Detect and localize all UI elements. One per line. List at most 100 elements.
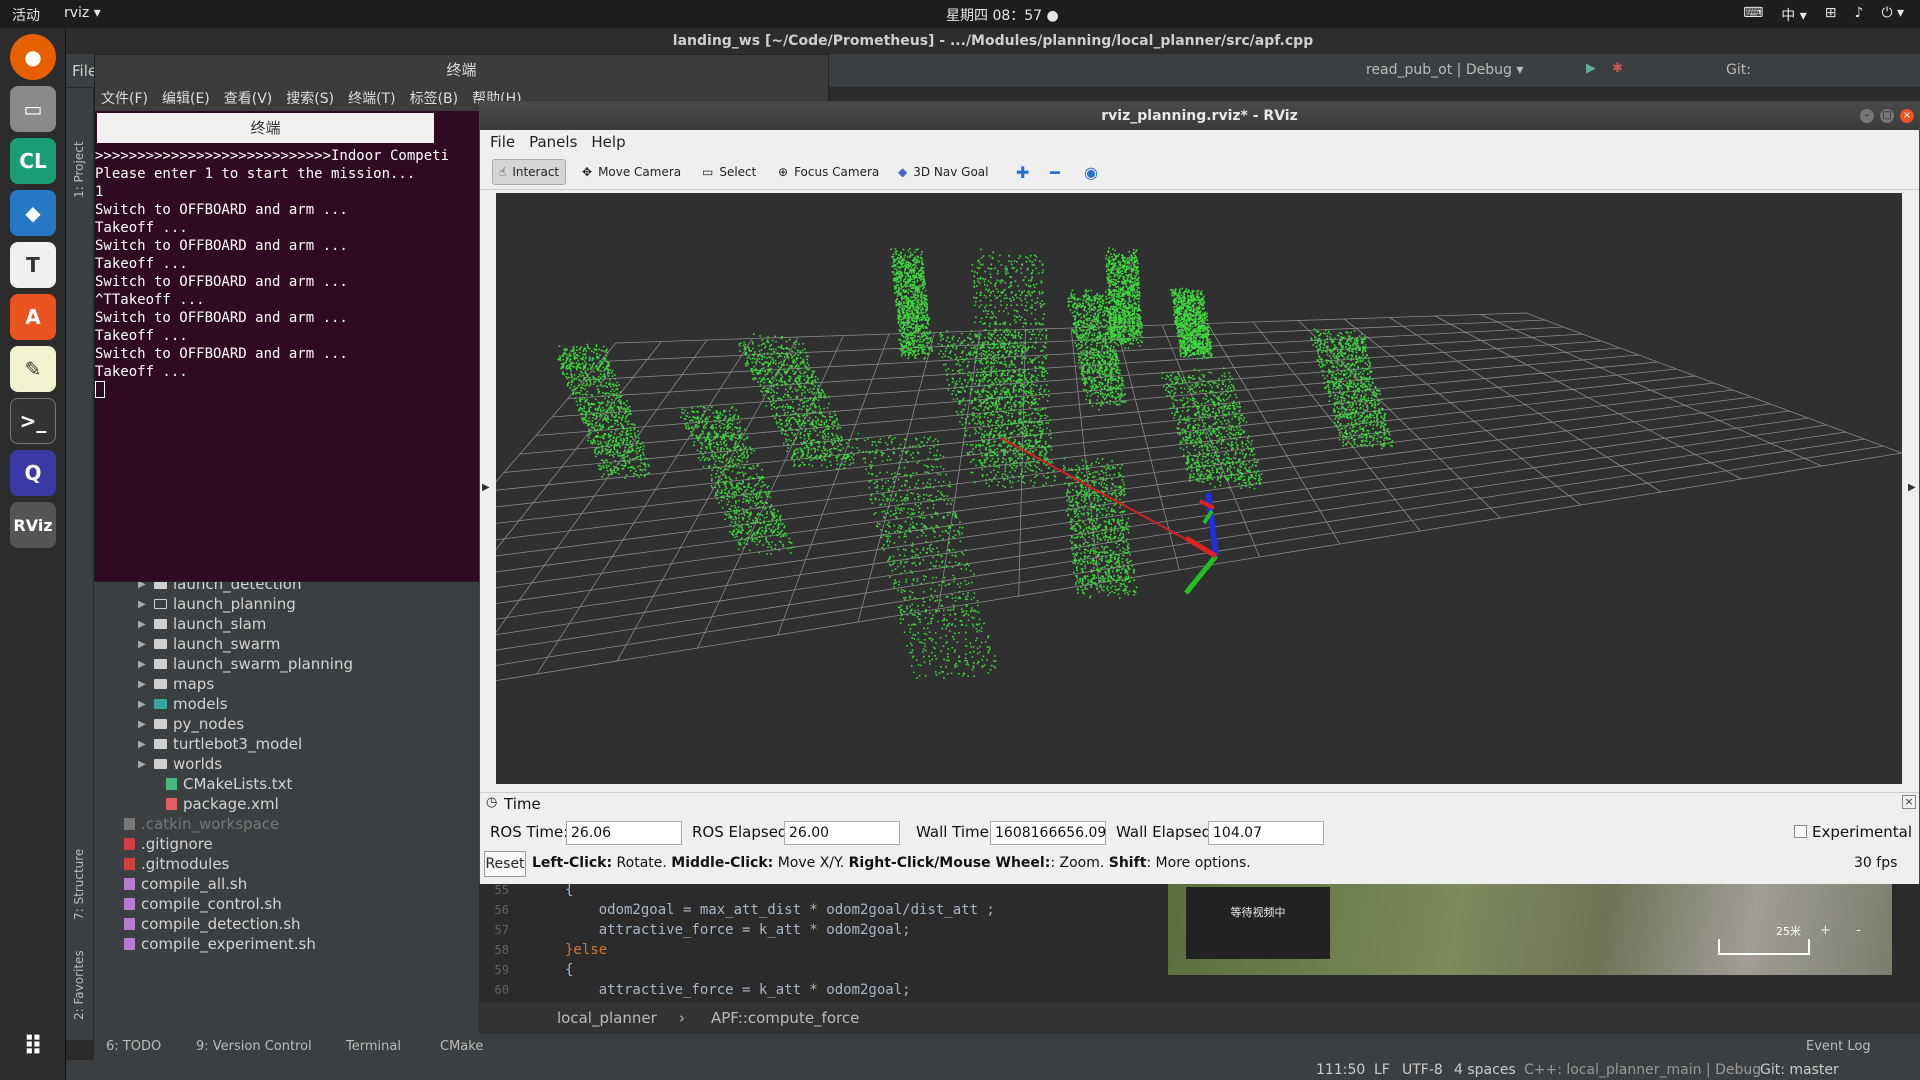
select-tool[interactable]: ▭ Select <box>696 159 762 185</box>
tree-item[interactable]: ▶ launch_swarm <box>138 634 280 654</box>
rviz-icon[interactable]: RViz <box>10 502 56 548</box>
focus-camera-tool[interactable]: ⊕ Focus Camera <box>772 159 885 185</box>
left-dock-arrow-icon[interactable]: ▶ <box>482 482 490 493</box>
expand-arrow-icon[interactable]: ▶ <box>138 599 148 610</box>
code-line[interactable]: 59{ <box>479 962 573 982</box>
todo-tab[interactable]: 6: TODO <box>106 1039 161 1054</box>
breadcrumb-item[interactable]: APF::compute_force <box>711 1009 859 1027</box>
cmake-tab[interactable]: CMake <box>440 1039 483 1054</box>
tree-item[interactable]: CMakeLists.txt <box>166 774 292 794</box>
3d-viewport[interactable] <box>496 193 1902 784</box>
tree-item[interactable]: ▶ py_nodes <box>138 714 244 734</box>
tree-item[interactable]: compile_detection.sh <box>124 914 301 934</box>
remove-tool-icon[interactable]: ━ <box>1044 159 1066 185</box>
network-icon[interactable]: ⊞ <box>1825 5 1837 25</box>
zoom-in-button[interactable]: + <box>1820 923 1831 938</box>
tree-item[interactable]: .catkin_workspace <box>124 814 279 834</box>
version-control-tab[interactable]: 9: Version Control <box>196 1039 312 1054</box>
git-branch[interactable]: Git: master <box>1760 1062 1839 1078</box>
nav-goal-tool[interactable]: ◆ 3D Nav Goal <box>892 159 995 185</box>
code-line[interactable]: 58}else <box>479 942 607 962</box>
typora-icon[interactable]: T <box>10 242 56 288</box>
system-tray[interactable]: ⌨ 中 ▾ ⊞ ♪ ⏻ ▾ <box>1743 5 1904 25</box>
expand-arrow-icon[interactable]: ▶ <box>138 619 148 630</box>
terminal-tab[interactable]: 终端 <box>97 113 434 143</box>
terminal-tab[interactable]: Terminal <box>346 1039 401 1054</box>
tree-item[interactable]: compile_experiment.sh <box>124 934 316 954</box>
software-center-icon[interactable]: A <box>10 294 56 340</box>
close-button[interactable]: × <box>1900 109 1914 123</box>
code-line[interactable]: 55{ <box>479 882 573 902</box>
expand-arrow-icon[interactable]: ▶ <box>138 679 148 690</box>
files-icon[interactable]: ▭ <box>10 86 56 132</box>
expand-arrow-icon[interactable]: ▶ <box>138 759 148 770</box>
clock[interactable]: 星期四 08：57 ● <box>946 5 1059 25</box>
terminal-icon[interactable]: >_ <box>10 398 56 444</box>
file-encoding[interactable]: UTF-8 <box>1402 1062 1443 1078</box>
run-config-selector[interactable]: read_pub_ot | Debug ▾ <box>1366 62 1523 78</box>
expand-arrow-icon[interactable]: ▶ <box>138 719 148 730</box>
tree-item[interactable]: ▶ models <box>138 694 228 714</box>
run-icon[interactable]: ▶ <box>1586 61 1596 76</box>
tree-item[interactable]: ▶ launch_swarm_planning <box>138 654 353 674</box>
code-line[interactable]: 56 odom2goal = max_att_dist * odom2goal/… <box>479 902 995 922</box>
minimize-button[interactable]: – <box>1860 109 1874 123</box>
project-tab[interactable]: 1: Project <box>72 141 86 198</box>
line-ending[interactable]: LF <box>1374 1062 1390 1078</box>
cursor-position[interactable]: 111:50 <box>1316 1062 1365 1078</box>
power-icon[interactable]: ⏻ ▾ <box>1881 5 1904 25</box>
terminal-menu-item[interactable]: 终端(T) <box>348 88 395 108</box>
menu-help[interactable]: Help <box>591 133 625 151</box>
add-tool-icon[interactable]: ✚ <box>1010 159 1035 185</box>
tree-item[interactable]: ▶ worlds <box>138 754 222 774</box>
expand-arrow-icon[interactable]: ▶ <box>138 639 148 650</box>
breadcrumb-item[interactable]: local_planner <box>557 1009 657 1027</box>
menu-file[interactable]: File <box>490 133 515 151</box>
terminal-menu-item[interactable]: 搜索(S) <box>286 88 334 108</box>
tool-properties-icon[interactable]: ◉ <box>1078 159 1104 185</box>
tree-item[interactable]: .gitmodules <box>124 854 229 874</box>
maximize-button[interactable]: □ <box>1880 109 1894 123</box>
structure-tab[interactable]: 7: Structure <box>72 849 86 920</box>
expand-arrow-icon[interactable]: ▶ <box>138 699 148 710</box>
interact-tool[interactable]: ☝ Interact <box>492 159 566 185</box>
expand-arrow-icon[interactable]: ▶ <box>138 659 148 670</box>
keyboard-icon[interactable]: ⌨ <box>1743 5 1763 25</box>
satellite-map[interactable]: 等待视频中 25米 + - <box>1168 883 1892 975</box>
rviz-window[interactable]: rviz_planning.rviz* - RViz – □ × File Pa… <box>479 101 1920 883</box>
favorites-tab[interactable]: 2: Favorites <box>72 950 86 1020</box>
zoom-out-button[interactable]: - <box>1856 923 1861 938</box>
terminal-menu-item[interactable]: 编辑(E) <box>162 88 210 108</box>
qgroundcontrol-icon[interactable]: Q <box>10 450 56 496</box>
event-log-tab[interactable]: Event Log <box>1806 1039 1871 1054</box>
clion-icon[interactable]: CL <box>10 138 56 184</box>
tree-item[interactable]: ▶ launch_planning <box>138 594 296 614</box>
tree-item[interactable]: ▶ maps <box>138 674 214 694</box>
terminal-menu-item[interactable]: 查看(V) <box>224 88 273 108</box>
activities-button[interactable]: 活动 <box>12 5 40 25</box>
volume-icon[interactable]: ♪ <box>1855 5 1864 25</box>
debug-icon[interactable]: ✱ <box>1612 61 1623 76</box>
tree-item[interactable]: compile_control.sh <box>124 894 282 914</box>
menu-panels[interactable]: Panels <box>529 133 577 151</box>
right-dock-arrow-icon[interactable]: ▶ <box>1908 482 1916 493</box>
input-method[interactable]: 中 ▾ <box>1781 5 1806 25</box>
firefox-icon[interactable]: ● <box>10 34 56 80</box>
move-camera-tool[interactable]: ✥ Move Camera <box>576 159 687 185</box>
code-line[interactable]: 57 attractive_force = k_att * odom2goal; <box>479 922 911 942</box>
tree-item[interactable]: ▶ turtlebot3_model <box>138 734 302 754</box>
vscode-icon[interactable]: ◆ <box>10 190 56 236</box>
tree-item[interactable]: .gitignore <box>124 834 213 854</box>
tree-item[interactable]: ▶ launch_slam <box>138 614 266 634</box>
terminal-menu-item[interactable]: 文件(F) <box>101 88 148 108</box>
terminal-menu-item[interactable]: 标签(B) <box>410 88 459 108</box>
tree-item[interactable]: package.xml <box>166 794 279 814</box>
app-menu[interactable]: rviz ▾ <box>64 5 101 21</box>
code-line[interactable]: 60 attractive_force = k_att * odom2goal; <box>479 982 911 1002</box>
show-apps-icon[interactable]: ⠿ <box>10 1024 56 1070</box>
tree-item[interactable]: compile_all.sh <box>124 874 247 894</box>
context-info[interactable]: C++: local_planner_main | Debug <box>1524 1062 1761 1078</box>
expand-arrow-icon[interactable]: ▶ <box>138 739 148 750</box>
indent-setting[interactable]: 4 spaces <box>1454 1062 1516 1078</box>
text-editor-icon[interactable]: ✎ <box>10 346 56 392</box>
